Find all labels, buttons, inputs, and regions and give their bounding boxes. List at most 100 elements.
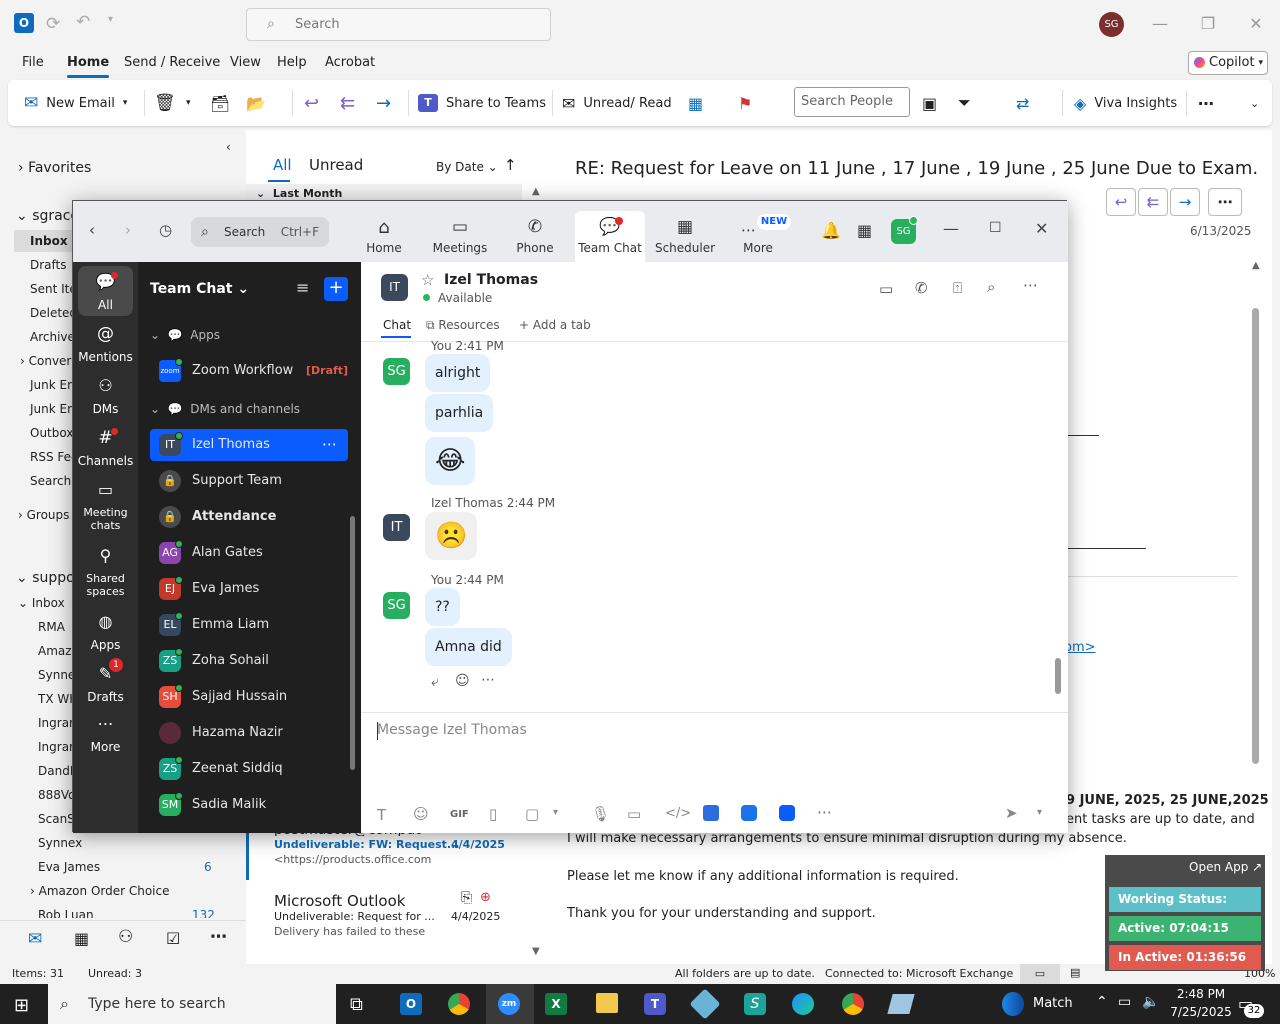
tab-add[interactable]: + Add a tab (519, 318, 591, 332)
excel-icon[interactable]: X (545, 993, 567, 1015)
tab-send-receive[interactable]: Send / Receive (124, 50, 220, 76)
folder-conversation[interactable]: › Convers (20, 354, 78, 368)
chat-contact-row[interactable]: SH Sajjad Hussain (150, 681, 348, 713)
my-avatar[interactable]: SG (383, 358, 410, 385)
chat-zoom-workflow[interactable]: zoom Zoom Workflow [Draft] (150, 355, 348, 387)
screenshot-icon[interactable]: ▢ (525, 805, 539, 823)
chat-contact-row[interactable]: 🔒 Support Team (150, 465, 348, 497)
weather-label[interactable]: Match (1033, 996, 1073, 1011)
message-subject[interactable]: Undeliverable: Request for ... (274, 910, 435, 923)
chat-contact-row[interactable]: EL Emma Liam (150, 609, 348, 641)
expand-ribbon-icon[interactable]: ⌄ (1250, 80, 1259, 126)
archive-icon[interactable]: 🗃 (210, 80, 230, 126)
windows-start-icon[interactable]: ⊞ (14, 995, 29, 1016)
task-view-icon[interactable]: ⧉ (350, 994, 363, 1015)
contact-avatar[interactable]: IT (383, 514, 410, 541)
nav-home[interactable]: ⌂ Home (349, 211, 419, 261)
new-chat-button[interactable]: + (324, 277, 348, 301)
section-apps-header[interactable]: ⌄ 💬 Apps (150, 328, 220, 342)
rail-apps[interactable]: ◍ Apps (73, 610, 138, 656)
chat-contact-row[interactable]: EJ Eva James (150, 573, 348, 605)
tab-resources[interactable]: ⧉ Resources (426, 318, 500, 333)
chat-contact-row[interactable]: 🔒 Attendance (150, 501, 348, 533)
close-icon[interactable]: ✕ (1035, 219, 1048, 238)
folder-amazon-order[interactable]: › Amazon Order Choice (30, 884, 170, 898)
emoji-react-icon[interactable]: ☺ (455, 673, 470, 689)
normal-view-icon[interactable]: ▭ (1020, 964, 1060, 984)
filter-unread-tab[interactable]: Unread (309, 156, 363, 174)
contact-avatar[interactable]: IT (381, 274, 408, 301)
zoom-search-box[interactable]: ⌕ Search Ctrl+F (191, 217, 329, 247)
message-bubble[interactable]: 😂 (425, 437, 476, 485)
reply-thread-icon[interactable]: ⤶ (431, 674, 439, 690)
reply-all-icon[interactable]: ⇇ (1138, 188, 1168, 216)
sync-icon[interactable]: ⟳ (46, 14, 60, 34)
rail-meeting-chats[interactable]: ▭ Meeting chats (73, 478, 138, 534)
chat-contact-row[interactable]: IT Izel Thomas ⋯ (150, 429, 348, 461)
back-icon[interactable]: ‹ (89, 221, 95, 239)
viva-insights-button[interactable]: ◈ Viva Insights (1074, 80, 1177, 126)
video-message-icon[interactable]: ▭ (627, 805, 641, 823)
code-icon[interactable]: </> (665, 806, 691, 821)
file-icon[interactable]: ▯ (489, 805, 497, 823)
undo-icon[interactable]: ↶ (76, 12, 90, 32)
sort-by-date[interactable]: By Date ⌄ (436, 160, 498, 174)
user-avatar[interactable]: SG (1099, 12, 1124, 37)
message-input[interactable]: Message Izel Thomas (377, 722, 527, 738)
folder-outbox[interactable]: Outbox (30, 426, 73, 440)
rail-shared-spaces[interactable]: ⚲ Shared spaces (73, 544, 138, 600)
copilot-button[interactable]: Copilot ▾ (1188, 51, 1268, 75)
scroll-up-icon[interactable]: ▲ (532, 186, 540, 197)
nav-meetings[interactable]: ▭ Meetings (425, 211, 495, 261)
unread-read-button[interactable]: ✉ Unread/ Read (562, 80, 672, 126)
app-integration-icon[interactable] (703, 805, 719, 821)
chat-contact-row[interactable]: AG Alan Gates (150, 537, 348, 569)
message-bubble[interactable]: parhlia (425, 394, 494, 432)
share-screen-icon[interactable]: ⍐ (953, 279, 962, 297)
app-integration-icon[interactable] (779, 805, 795, 821)
rail-channels[interactable]: # Channels (73, 426, 138, 472)
app-s-icon[interactable]: S (744, 993, 766, 1015)
more-options-icon[interactable]: ⋯ (1023, 276, 1038, 294)
open-app-button[interactable]: Open App ↗ (1189, 860, 1262, 874)
nav-team-chat[interactable]: 💬 Team Chat (575, 211, 645, 262)
rail-dms[interactable]: ⚇ DMs (73, 374, 138, 420)
message-bubble[interactable]: Amna did (425, 628, 512, 666)
filter-icon[interactable]: ≡ (296, 278, 309, 297)
folder-inbox2[interactable]: ⌄ Inbox (18, 596, 65, 610)
clock-date[interactable]: 7/25/2025 (1170, 1005, 1232, 1019)
maximize-icon[interactable]: ☐ (989, 220, 1002, 236)
tasks-icon[interactable]: ☑ (166, 929, 180, 948)
message-sender[interactable]: Microsoft Outlook (274, 892, 405, 910)
contact-name[interactable]: Izel Thomas (444, 272, 538, 288)
team-chat-title[interactable]: Team Chat ⌄ (150, 281, 249, 297)
message-bubble[interactable]: ?? (425, 588, 460, 626)
account1-header[interactable]: ⌄ sgrace (16, 208, 79, 224)
outlook-taskbar-icon[interactable]: O (400, 993, 422, 1015)
flag-icon[interactable]: ⚑ (738, 80, 752, 126)
people-icon[interactable]: ⚇ (118, 927, 133, 947)
section-dms-header[interactable]: ⌄ 💬 DMs and channels (150, 402, 300, 416)
bell-icon[interactable]: 🔔 (821, 221, 841, 240)
tab-acrobat[interactable]: Acrobat (325, 50, 375, 76)
message-bubble[interactable]: ☹️ (425, 512, 478, 560)
calendar-icon[interactable]: ▦ (857, 221, 872, 240)
chevron-down-icon[interactable]: ▾ (553, 807, 558, 818)
chrome-icon[interactable] (448, 993, 470, 1015)
customize-qat-icon[interactable]: ▾ (108, 14, 113, 25)
tab-help[interactable]: Help (277, 50, 307, 76)
folder-archive[interactable]: Archive (30, 330, 75, 344)
forward-icon[interactable]: › (125, 221, 131, 239)
calendar-icon[interactable]: ▦ (74, 929, 89, 948)
more-options-icon[interactable]: ⋯ (1208, 188, 1242, 216)
teams-icon[interactable]: T (644, 993, 666, 1015)
reading-view-icon[interactable]: ▤ (1070, 966, 1080, 979)
email-link-fragment[interactable]: om> (1064, 640, 1096, 655)
app-integration-icon[interactable] (741, 805, 757, 821)
search-icon[interactable]: ⌕ (987, 278, 995, 296)
chat-contact-row[interactable]: ZS Zoha Sohail (150, 645, 348, 677)
taskbar-search[interactable]: ⌕ Type here to search (48, 984, 336, 1024)
more-apps-icon[interactable]: ⋯ (210, 927, 227, 947)
more-options-icon[interactable]: ⋯ (1198, 80, 1214, 126)
new-email-button[interactable]: ✉ New Email ▾ (24, 80, 127, 126)
